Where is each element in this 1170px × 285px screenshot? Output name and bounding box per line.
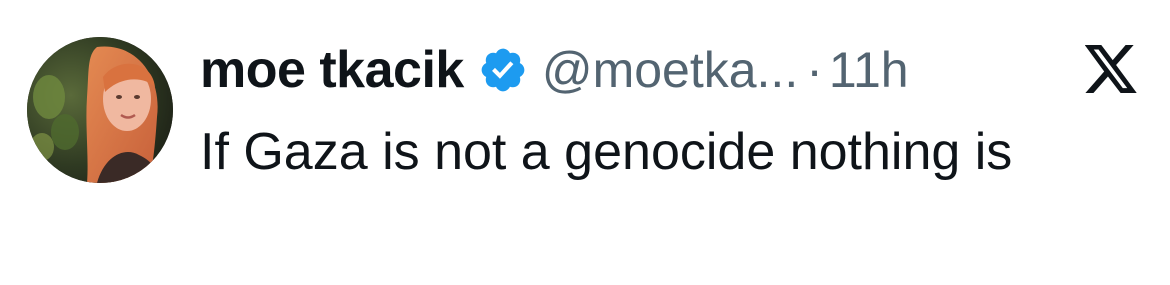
tweet-card[interactable]: moe tkacik @moetka... · 11h If Gaza is n… [0,0,1170,285]
timestamp[interactable]: 11h [829,41,909,99]
avatar[interactable] [27,37,173,183]
author-display-name[interactable]: moe tkacik [200,40,464,100]
profile-photo-icon [27,37,173,183]
tweet-text: If Gaza is not a genocide nothing is [200,123,1013,181]
author-handle[interactable]: @moetka... [542,41,798,99]
tweet-header: moe tkacik @moetka... · 11h [200,30,909,110]
x-logo-icon[interactable] [1084,45,1139,93]
verified-badge-icon[interactable] [478,45,528,95]
separator-dot: · [806,42,823,98]
